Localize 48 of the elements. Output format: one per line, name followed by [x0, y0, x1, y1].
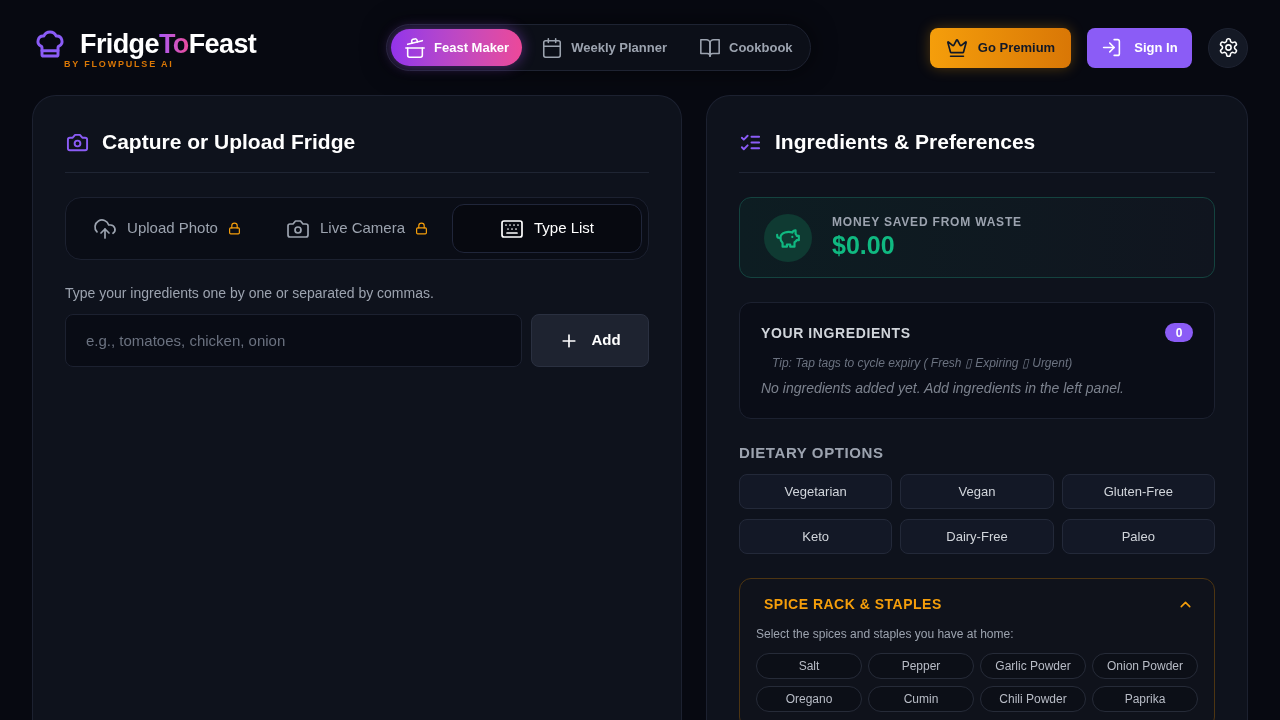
panel-title: Ingredients & Preferences: [775, 129, 1036, 155]
settings-icon: [1217, 37, 1239, 58]
ingredients-title: YOUR INGREDIENTS: [761, 323, 911, 342]
ingredient-input[interactable]: e.g., tomatoes, chicken, onion: [65, 314, 522, 367]
crown-icon: [945, 36, 968, 59]
chef-hat-icon: [34, 28, 66, 60]
mode-tab[interactable]: Upload Photo: [72, 204, 262, 253]
spice-chip[interactable]: Cumin: [868, 686, 974, 712]
input-hint: Type your ingredients one by one or separated by commas.: [65, 284, 435, 302]
nav-tab[interactable]: Cookbook: [686, 29, 806, 66]
mode-tab[interactable]: Type List: [452, 204, 642, 253]
diet-option[interactable]: Vegetarian: [739, 474, 893, 509]
diet-option[interactable]: Keto: [739, 519, 893, 554]
spice-chip[interactable]: Chili Powder: [980, 686, 1086, 712]
piggy-bank-icon: [764, 213, 812, 262]
spice-rack-header[interactable]: SPICE RACK & STAPLES: [740, 579, 1214, 620]
diet-option[interactable]: Dairy-Free: [900, 519, 1054, 554]
open-book-icon: [699, 36, 722, 59]
cooking-pot-icon: [404, 36, 426, 59]
savings-label: MONEY SAVED FROM WASTE: [832, 215, 1022, 230]
diet-option[interactable]: Paleo: [1061, 519, 1215, 554]
diet-option[interactable]: Gluten-Free: [1061, 474, 1215, 509]
mode-tab[interactable]: Live Camera: [262, 204, 452, 253]
tip-text: Tip: Tap tags to cycle expiry ( Fresh ▯ Expiring ▯ Urgent): [771, 355, 1074, 371]
count-badge: 0: [1165, 323, 1193, 342]
spice-chip[interactable]: Salt: [756, 653, 862, 679]
spice-chip[interactable]: Oregano: [756, 686, 862, 712]
panel-title: Capture or Upload Fridge: [102, 129, 356, 155]
premium-button[interactable]: Go Premium: [930, 27, 1071, 68]
section-heading: DIETARY OPTIONS: [739, 444, 885, 462]
empty-message: No ingredients added yet. Add ingredients in the left panel.: [761, 379, 1125, 397]
add-button[interactable]: Add: [531, 314, 649, 367]
sign-in-button[interactable]: Sign In: [1087, 27, 1192, 68]
spice-hint: Select the spices and staples you have at home:: [756, 626, 1015, 642]
settings-button[interactable]: [1208, 27, 1248, 68]
diet-option[interactable]: Vegan: [900, 474, 1054, 509]
calendar-icon: [541, 36, 564, 59]
nav-tab[interactable]: Weekly Planner: [528, 29, 681, 66]
logo-tagline: BY FLOWPULSE AI: [64, 59, 174, 69]
sign-in-icon: [1101, 37, 1123, 58]
spice-chip[interactable]: Paprika: [1092, 686, 1198, 712]
savings-amount: $0.00: [832, 230, 896, 260]
nav-tab[interactable]: Feast Maker: [391, 29, 523, 66]
logo-text: FridgeToFeast: [80, 28, 257, 60]
spice-chip[interactable]: Pepper: [868, 653, 974, 679]
spice-chip[interactable]: Onion Powder: [1092, 653, 1198, 679]
cloud-upload-icon: [93, 216, 118, 241]
spice-chip[interactable]: Garlic Powder: [980, 653, 1086, 679]
